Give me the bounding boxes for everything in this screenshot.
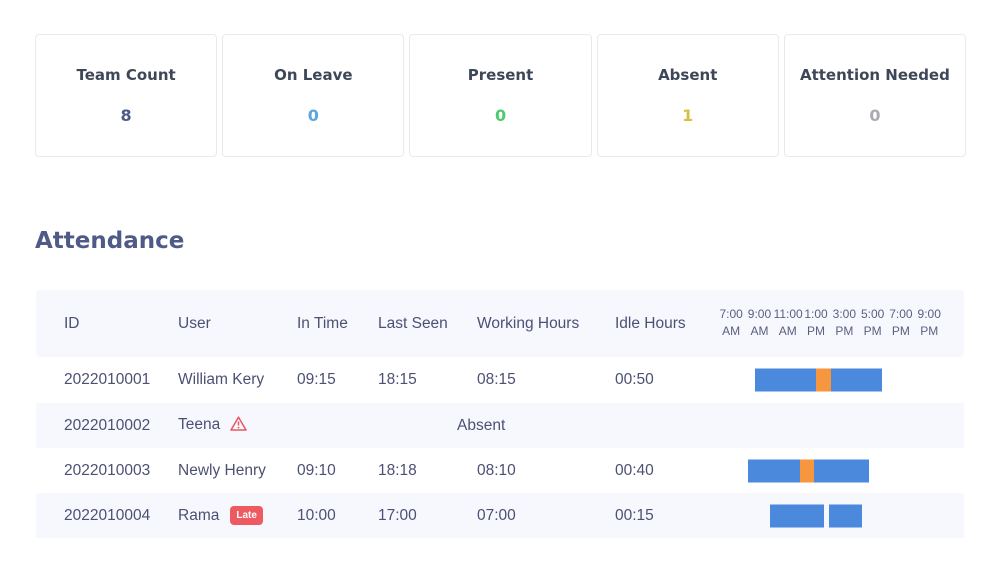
active-segment — [769, 504, 825, 527]
activity-timeline — [36, 448, 964, 493]
activity-timeline — [36, 493, 964, 538]
active-segment — [814, 459, 870, 482]
timeline-tick-label: 1:00 PM — [804, 307, 828, 338]
summary-cards: Team Count 8 On Leave 0 Present 0 Absent… — [35, 34, 967, 157]
table-row[interactable]: 2022010004 Rama Late 10:00 17:00 07:00 00… — [36, 493, 964, 538]
idle-segment — [800, 459, 815, 482]
card-absent[interactable]: Absent 1 — [596, 34, 779, 157]
card-label: Team Count — [76, 66, 176, 84]
column-header-user[interactable]: User — [178, 315, 211, 333]
column-header-last-seen[interactable]: Last Seen — [378, 315, 448, 333]
table-row[interactable]: 2022010001 William Kery 09:15 18:15 08:1… — [36, 357, 964, 403]
card-label: On Leave — [274, 66, 353, 84]
column-header-idle-hours[interactable]: Idle Hours — [615, 315, 686, 333]
card-label: Absent — [658, 66, 718, 84]
activity-timeline — [36, 357, 964, 403]
card-value: 0 — [494, 106, 507, 125]
table-row[interactable]: 2022010003 Newly Henry 09:10 18:18 08:10… — [36, 448, 964, 493]
column-header-working-hours[interactable]: Working Hours — [477, 315, 579, 333]
card-label: Present — [467, 66, 534, 84]
card-present[interactable]: Present 0 — [409, 34, 592, 157]
timeline-tick-label: 7:00 AM — [719, 307, 743, 338]
card-value: 1 — [682, 106, 694, 125]
card-label: Attention Needed — [799, 66, 950, 84]
active-segment — [754, 368, 817, 392]
active-segment — [748, 459, 801, 482]
table-row[interactable]: 2022010002 Teena Absent — [36, 403, 964, 448]
card-value: 8 — [120, 106, 132, 125]
card-on-leave[interactable]: On Leave 0 — [222, 34, 405, 157]
timeline-tick-label: 3:00 PM — [832, 307, 857, 338]
timeline-tick-label: 5:00 PM — [860, 307, 885, 338]
timeline-tick-label: 7:00 PM — [889, 307, 913, 338]
section-title: Attendance — [35, 228, 185, 254]
card-team-count[interactable]: Team Count 8 — [35, 34, 218, 157]
activity-timeline — [36, 403, 964, 448]
column-header-in-time[interactable]: In Time — [297, 315, 348, 333]
timeline-tick-label: 9:00 AM — [747, 307, 772, 338]
idle-segment — [816, 368, 832, 392]
timeline-axis: 7:00 AM 9:00 AM 11:00 AM 1:00 PM 3:00 PM 5:00 PM 7:0… — [717, 306, 943, 340]
card-attention-needed[interactable]: Attention Needed 0 — [783, 34, 967, 157]
column-header-id[interactable]: ID — [64, 315, 80, 333]
card-value: 0 — [869, 106, 881, 125]
active-segment — [831, 368, 883, 392]
table-header: ID User In Time Last Seen Working Hours … — [36, 290, 964, 357]
timeline-tick-label: 11:00 AM — [773, 307, 803, 338]
card-value: 0 — [307, 106, 319, 125]
timeline-tick-label: 9:00 PM — [917, 307, 941, 338]
active-segment — [829, 504, 862, 527]
attendance-table: ID User In Time Last Seen Working Hours … — [36, 290, 964, 538]
